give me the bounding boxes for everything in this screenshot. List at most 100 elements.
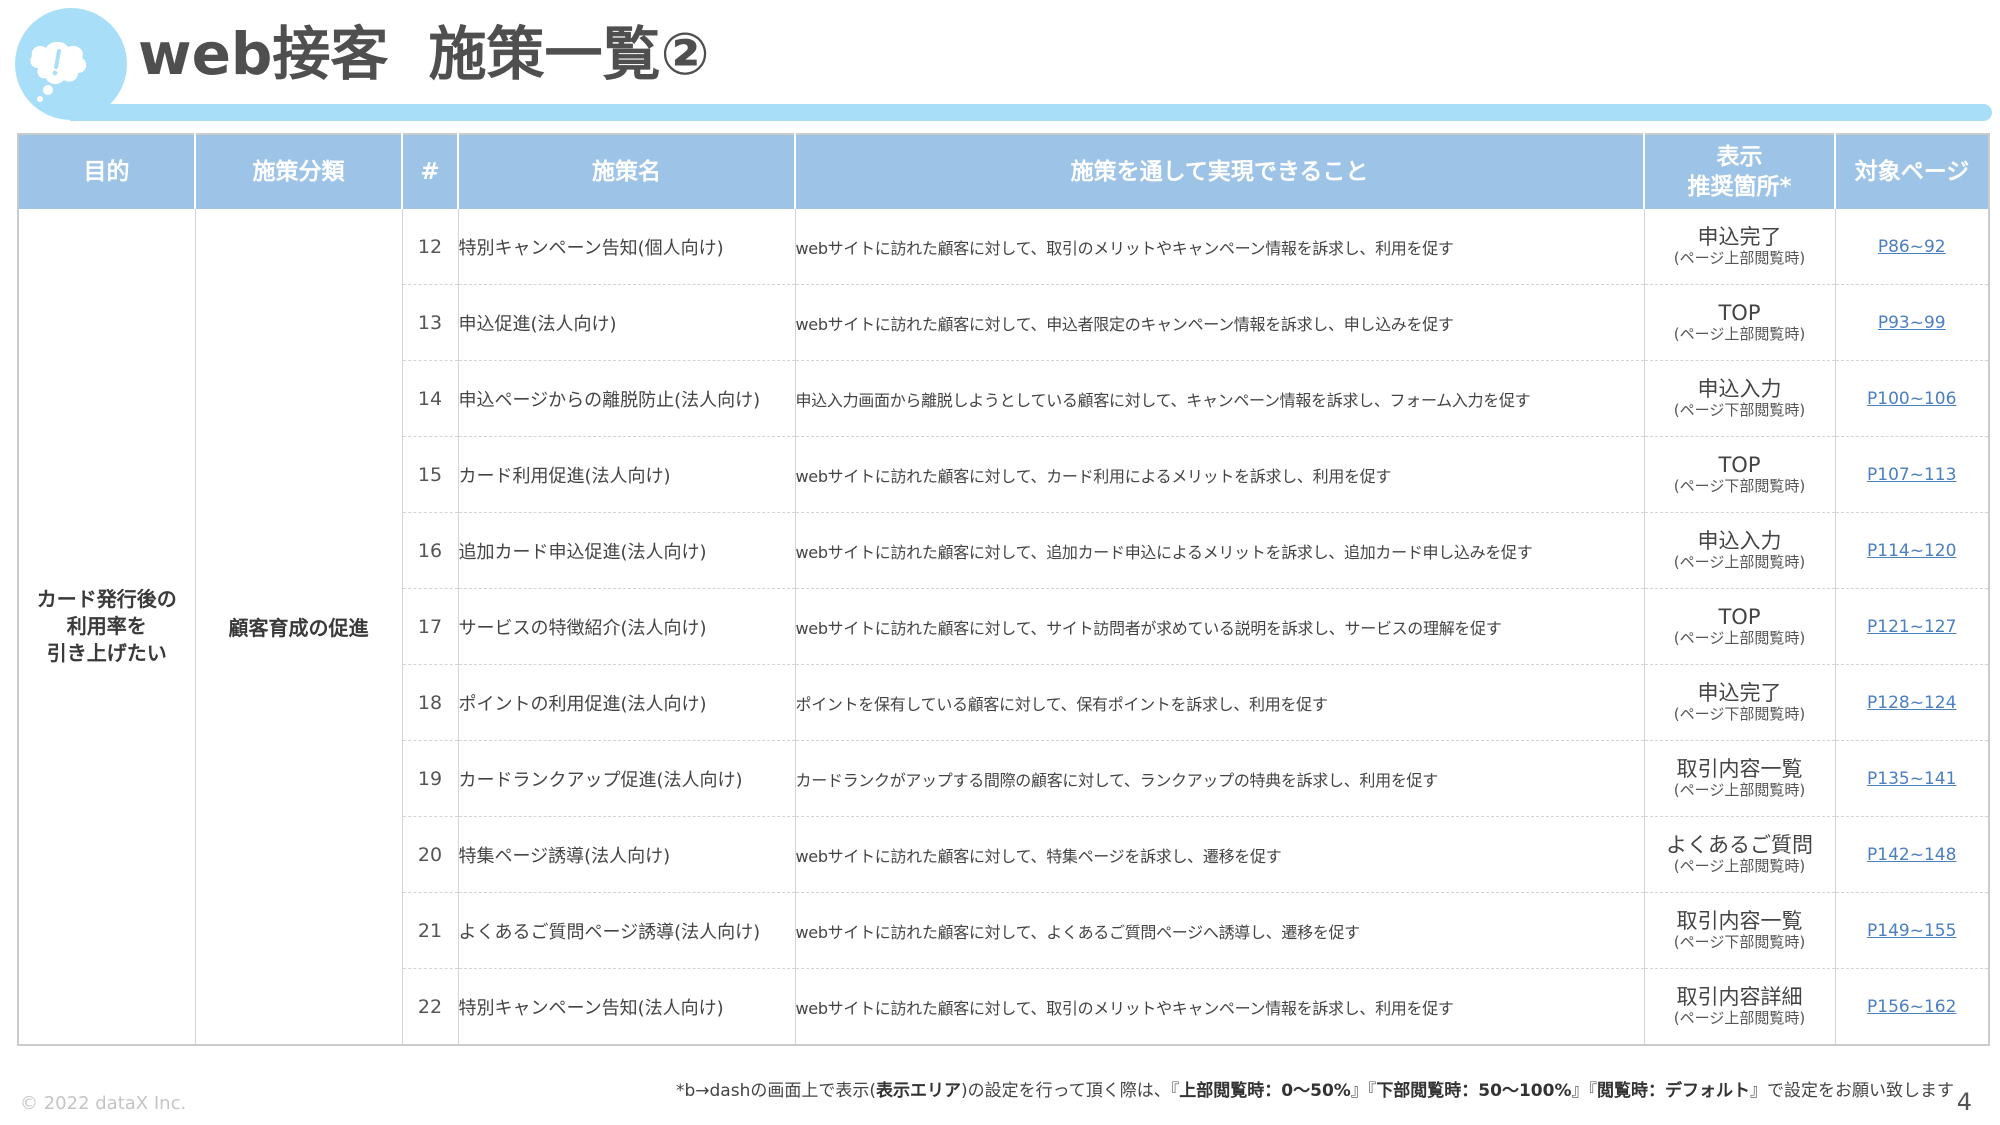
placement-timing: (ページ上部閲覧時) [1673,629,1806,647]
placement-location: 取引内容詳細 [1676,985,1803,1009]
measure-name: 特別キャンペーン告知(法人向け) [457,968,795,1046]
page-title: web接客 施策一覧② [138,14,710,94]
target-page-link[interactable]: P86~92 [1878,237,1946,257]
footnote-text-2: )の設定を行って頂く際は、『 [960,1081,1180,1101]
measure-description: ポイントを保有している顧客に対して、保有ポイントを訴求し、利用を促す [794,664,1644,741]
footnote-bold-4: 閲覧時：デフォルト [1597,1081,1750,1101]
target-page-link[interactable]: P114~120 [1867,541,1956,561]
header-target-page: 対象ページ [1834,134,1989,209]
header-placement-line1: 表示 [1716,144,1763,170]
target-page-link[interactable]: P128~124 [1867,693,1956,713]
measure-description: 申込入力画面から離脱しようとしている顧客に対して、キャンペーン情報を訴求し、フォ… [794,360,1644,437]
target-page-cell: P135~141 [1834,740,1989,817]
speech-bubble-exclamation-icon [30,41,87,102]
placement-timing: (ページ上部閲覧時) [1673,249,1806,267]
header-measure-name: 施策名 [457,134,795,209]
measure-name: 申込促進(法人向け) [457,284,795,361]
target-page-link[interactable]: P142~148 [1867,845,1956,865]
page-number: 4 [1956,1088,1972,1116]
row-number: 13 [401,284,458,361]
footnote: *b→dashの画面上で表示(表示エリア)の設定を行って頂く際は、『上部閲覧時：… [676,1076,1954,1101]
target-page-link[interactable]: P135~141 [1867,769,1956,789]
placement-location: 取引内容一覧 [1676,757,1803,781]
footnote-bold-2: 上部閲覧時：0～50% [1179,1081,1351,1101]
footnote-text-3: 』『 [1350,1081,1377,1101]
placement-timing: (ページ上部閲覧時) [1673,553,1806,571]
target-page-link[interactable]: P156~162 [1867,997,1956,1017]
measure-name: ポイントの利用促進(法人向け) [457,664,795,741]
target-page-link[interactable]: P149~155 [1867,921,1956,941]
target-page-cell: P121~127 [1834,588,1989,665]
purpose-line: 引き上げたい [46,641,167,665]
placement-location: 申込完了 [1697,225,1782,249]
measure-name: 追加カード申込促進(法人向け) [457,512,795,589]
placement-location: 申込入力 [1697,377,1782,401]
placement-timing: (ページ上部閲覧時) [1673,1009,1806,1027]
target-page-cell: P86~92 [1834,209,1989,285]
purpose-cell: カード発行後の 利用率を 引き上げたい [17,209,195,1046]
table-header-row: 目的 施策分類 # 施策名 施策を通して実現できること 表示 推奨箇所* 対象ペー… [18,134,1989,209]
footnote-text-5: 』で設定をお願い致します [1750,1081,1954,1101]
measure-description: webサイトに訪れた顧客に対して、取引のメリットやキャンペーン情報を訴求し、利用… [794,209,1644,285]
row-number: 12 [401,209,458,285]
target-page-link[interactable]: P107~113 [1867,465,1956,485]
header-number: # [401,134,458,209]
placement-timing: (ページ下部閲覧時) [1673,933,1806,951]
target-page-link[interactable]: P121~127 [1867,617,1956,637]
measure-description: カードランクがアップする間際の顧客に対して、ランクアップの特典を訴求し、利用を促… [794,740,1644,817]
placement-cell: 取引内容一覧 (ページ上部閲覧時) [1643,740,1835,817]
row-number: 15 [401,436,458,513]
placement-location: 申込完了 [1697,681,1782,705]
target-page-cell: P100~106 [1834,360,1989,437]
target-page-link[interactable]: P93~99 [1878,313,1946,333]
target-page-cell: P149~155 [1834,892,1989,969]
placement-location: TOP [1718,453,1761,477]
measure-description: webサイトに訪れた顧客に対して、カード利用によるメリットを訴求し、利用を促す [794,436,1644,513]
table-row: カード発行後の 利用率を 引き上げたい 顧客育成の促進 12 特別キャンペーン告知(個人向… [17,209,1989,1046]
title-underline-bar [70,104,1992,121]
measure-name: 特別キャンペーン告知(個人向け) [457,209,795,285]
header-placement: 表示 推奨箇所* [1643,134,1835,209]
title-main: web接客 [138,20,389,88]
measures-table: 目的 施策分類 # 施策名 施策を通して実現できること 表示 推奨箇所* 対象ペー… [17,133,1990,1046]
placement-cell: 申込完了 (ページ下部閲覧時) [1643,664,1835,741]
placement-cell: よくあるご質問 (ページ上部閲覧時) [1643,816,1835,893]
placement-cell: TOP (ページ上部閲覧時) [1643,588,1835,665]
placement-cell: 申込完了 (ページ上部閲覧時) [1643,209,1835,285]
measure-name: 特集ページ誘導(法人向け) [457,816,795,893]
table-body: カード発行後の 利用率を 引き上げたい 顧客育成の促進 12 特別キャンペーン告知(個人向… [17,209,1989,1046]
target-page-cell: P114~120 [1834,512,1989,589]
target-page-cell: P107~113 [1834,436,1989,513]
placement-timing: (ページ下部閲覧時) [1673,401,1806,419]
placement-location: TOP [1718,301,1761,325]
measure-description: webサイトに訪れた顧客に対して、特集ページを訴求し、遷移を促す [794,816,1644,893]
placement-cell: TOP (ページ下部閲覧時) [1643,436,1835,513]
header-description: 施策を通して実現できること [794,134,1644,209]
category-cell: 顧客育成の促進 [194,209,402,1046]
target-page-cell: P128~124 [1834,664,1989,741]
target-page-link[interactable]: P100~106 [1867,389,1956,409]
placement-cell: TOP (ページ上部閲覧時) [1643,284,1835,361]
placement-timing: (ページ上部閲覧時) [1673,781,1806,799]
placement-timing: (ページ上部閲覧時) [1673,325,1806,343]
row-number: 22 [401,968,458,1046]
measure-description: webサイトに訪れた顧客に対して、取引のメリットやキャンペーン情報を訴求し、利用… [794,968,1644,1046]
placement-cell: 取引内容一覧 (ページ下部閲覧時) [1643,892,1835,969]
target-page-cell: P156~162 [1834,968,1989,1046]
placement-location: 申込入力 [1697,529,1782,553]
measure-description: webサイトに訪れた顧客に対して、よくあるご質問ページへ誘導し、遷移を促す [794,892,1644,969]
footnote-bold-1: 表示エリア [875,1081,961,1101]
measure-name: カードランクアップ促進(法人向け) [457,740,795,817]
placement-cell: 取引内容詳細 (ページ上部閲覧時) [1643,968,1835,1046]
row-number: 21 [401,892,458,969]
placement-cell: 申込入力 (ページ上部閲覧時) [1643,512,1835,589]
target-page-cell: P93~99 [1834,284,1989,361]
row-number: 19 [401,740,458,817]
measure-name: よくあるご質問ページ誘導(法人向け) [457,892,795,969]
purpose-line: 利用率を [66,614,147,638]
placement-location: よくあるご質問 [1666,833,1813,857]
row-number: 17 [401,588,458,665]
footnote-text-1: *b→dashの画面上で表示( [675,1081,876,1101]
row-number: 14 [401,360,458,437]
placement-timing: (ページ下部閲覧時) [1673,477,1806,495]
